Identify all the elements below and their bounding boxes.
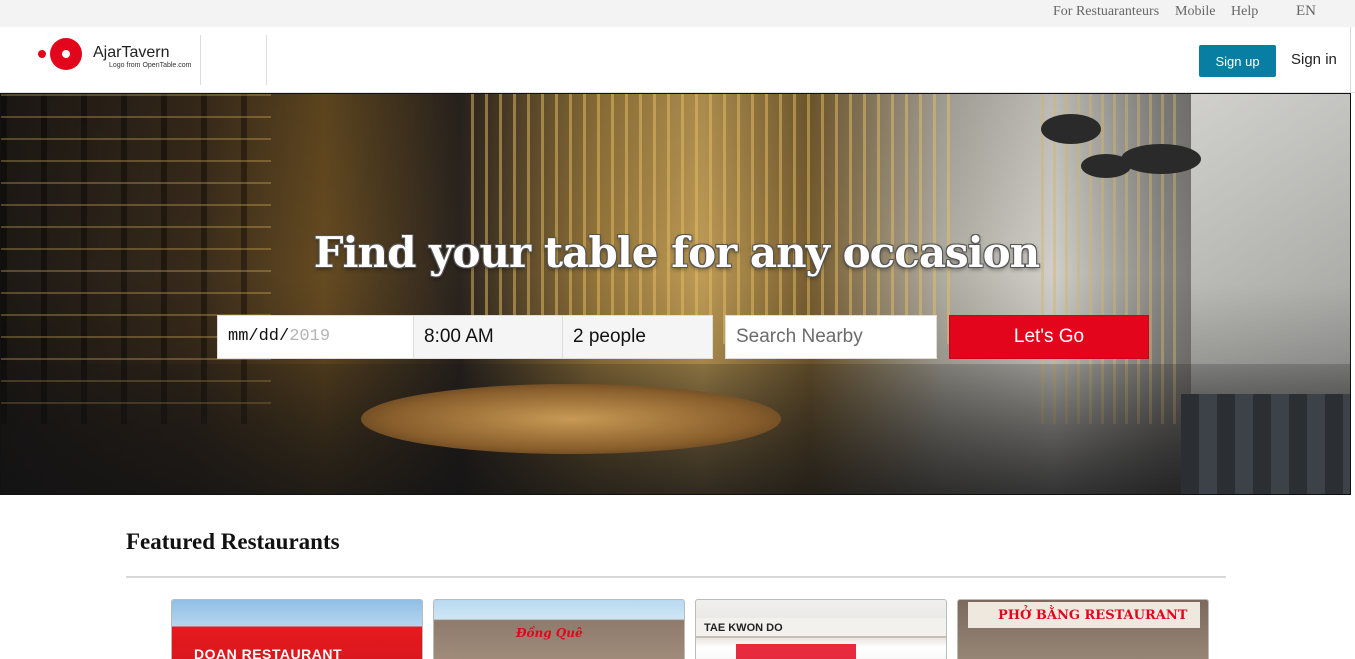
restaurant-card[interactable]: Đồng Quê <box>433 599 685 659</box>
restaurant-card[interactable]: DOAN RESTAURANT <box>171 599 423 659</box>
hero-image-lamp <box>1041 114 1101 144</box>
site-header: AjarTavern Logo from OpenTable.com Sign … <box>0 27 1355 93</box>
restaurant-photo-sign-red <box>736 644 856 659</box>
restaurant-sign: DOAN RESTAURANT <box>194 646 343 659</box>
utility-bar: For Restuaranteurs Mobile Help EN <box>0 0 1355 27</box>
featured-restaurants-title: Featured Restaurants <box>126 529 340 554</box>
time-select[interactable]: 8:00 AM <box>413 315 563 359</box>
header-divider <box>200 35 201 85</box>
hero-image-gold-screen <box>471 94 951 344</box>
signup-button[interactable]: Sign up <box>1199 45 1276 77</box>
brand-name: AjarTavern <box>93 44 170 61</box>
hero-title: Find your table for any occasion <box>313 228 1040 277</box>
for-restaurateurs-link[interactable]: For Restuaranteurs <box>1053 4 1159 20</box>
location-search-input[interactable] <box>725 315 937 359</box>
date-format: mm/dd/ <box>228 327 290 346</box>
hero-image-table <box>361 384 781 454</box>
restaurant-sign: Đồng Quê <box>516 626 583 640</box>
help-link[interactable]: Help <box>1231 4 1258 20</box>
language-selector[interactable]: EN <box>1296 3 1316 20</box>
header-edge-divider <box>1350 27 1351 93</box>
brand-credit: Logo from OpenTable.com <box>109 62 192 69</box>
date-year: 2019 <box>289 327 331 346</box>
restaurant-card[interactable]: TAE KWON DO <box>695 599 947 659</box>
mobile-link[interactable]: Mobile <box>1175 4 1215 20</box>
hero-image-lamp <box>1121 144 1201 174</box>
logo-dot-icon <box>38 50 46 58</box>
hero-image-booth <box>1181 394 1350 494</box>
logo-ring-icon <box>50 38 82 70</box>
hero-section: Find your table for any occasion mm/dd/2… <box>0 93 1351 495</box>
party-size-select[interactable]: 2 people <box>562 315 713 359</box>
signin-link[interactable]: Sign in <box>1291 51 1337 68</box>
date-picker[interactable]: mm/dd/2019 <box>217 315 414 359</box>
hero-image-lamp <box>1081 154 1131 178</box>
header-divider <box>266 35 267 85</box>
section-divider <box>126 576 1226 578</box>
restaurant-sign: PHỞ BẰNG RESTAURANT <box>998 608 1188 623</box>
restaurant-sign: TAE KWON DO <box>704 622 783 634</box>
lets-go-button[interactable]: Let's Go <box>949 315 1149 359</box>
restaurant-card[interactable]: PHỞ BẰNG RESTAURANT <box>957 599 1209 659</box>
